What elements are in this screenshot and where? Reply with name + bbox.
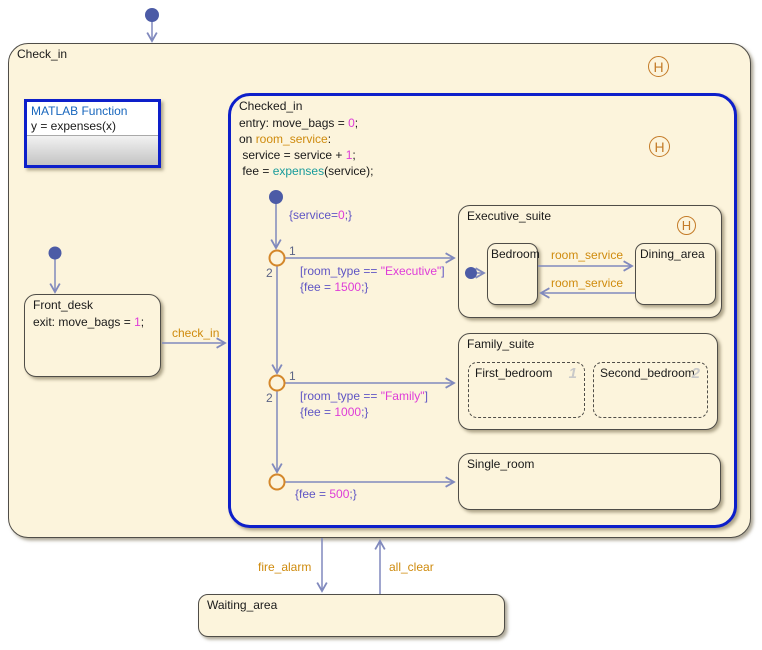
parallel-order-1: 1 bbox=[569, 365, 577, 382]
label-room-service-lower[interactable]: room_service bbox=[551, 276, 623, 290]
matlab-function-gradient bbox=[27, 135, 158, 165]
front-desk-actions: exit: move_bags = 1; bbox=[33, 314, 144, 330]
label-executive-condition[interactable]: [room_type == "Executive"]{fee = 1500;} bbox=[300, 263, 445, 295]
state-title-front-desk: Front_desk bbox=[33, 298, 93, 312]
junction-1-branch-1: 1 bbox=[289, 244, 296, 258]
state-title-bedroom: Bedroom bbox=[491, 247, 540, 261]
matlab-function-block[interactable]: MATLAB Function y = expenses(x) bbox=[24, 99, 161, 168]
label-family-condition[interactable]: [room_type == "Family"]{fee = 1000;} bbox=[300, 388, 428, 420]
state-title-dining-area: Dining_area bbox=[640, 247, 705, 261]
state-title-first-bedroom: First_bedroom bbox=[475, 366, 552, 380]
label-all-clear[interactable]: all_clear bbox=[389, 560, 434, 574]
history-junction-check-in[interactable]: H bbox=[648, 56, 669, 77]
label-check-in-event[interactable]: check_in bbox=[172, 326, 219, 340]
state-front-desk[interactable]: Front_desk exit: move_bags = 1; bbox=[24, 294, 161, 377]
default-dot-check-in[interactable] bbox=[145, 8, 159, 22]
state-title-single-room: Single_room bbox=[467, 457, 534, 471]
label-fire-alarm[interactable]: fire_alarm bbox=[258, 560, 311, 574]
history-h-glyph: H bbox=[682, 218, 691, 233]
state-second-bedroom[interactable]: Second_bedroom 2 bbox=[593, 362, 708, 418]
state-single-room[interactable]: Single_room bbox=[458, 453, 721, 510]
label-room-service-upper[interactable]: room_service bbox=[551, 248, 623, 262]
parallel-order-2: 2 bbox=[692, 365, 700, 382]
state-title-waiting-area: Waiting_area bbox=[207, 598, 277, 612]
state-waiting-area[interactable]: Waiting_area bbox=[198, 594, 505, 637]
matlab-function-signature: y = expenses(x) bbox=[27, 118, 158, 135]
state-title-family-suite: Family_suite bbox=[467, 337, 534, 351]
junction-1-branch-2: 2 bbox=[266, 266, 273, 280]
junction-2-branch-1: 1 bbox=[289, 369, 296, 383]
history-h-glyph: H bbox=[654, 139, 664, 155]
state-title-check-in: Check_in bbox=[17, 47, 67, 61]
matlab-function-title: MATLAB Function bbox=[27, 102, 158, 118]
history-junction-executive-suite[interactable]: H bbox=[677, 216, 696, 235]
history-h-glyph: H bbox=[653, 59, 663, 75]
checked-in-actions: entry: move_bags = 0;on room_service: se… bbox=[239, 115, 373, 179]
state-first-bedroom[interactable]: First_bedroom 1 bbox=[468, 362, 585, 418]
stateflow-canvas: Check_in MATLAB Function y = expenses(x)… bbox=[0, 0, 762, 650]
label-service-init[interactable]: {service=0;} bbox=[289, 208, 352, 222]
junction-2-branch-2: 2 bbox=[266, 391, 273, 405]
history-junction-checked-in[interactable]: H bbox=[649, 136, 670, 157]
state-bedroom[interactable]: Bedroom bbox=[487, 243, 538, 305]
state-title-checked-in: Checked_in bbox=[239, 99, 302, 113]
label-single-action[interactable]: {fee = 500;} bbox=[295, 487, 357, 501]
state-title-executive-suite: Executive_suite bbox=[467, 209, 551, 223]
state-dining-area[interactable]: Dining_area bbox=[635, 243, 716, 305]
state-title-second-bedroom: Second_bedroom bbox=[600, 366, 695, 380]
